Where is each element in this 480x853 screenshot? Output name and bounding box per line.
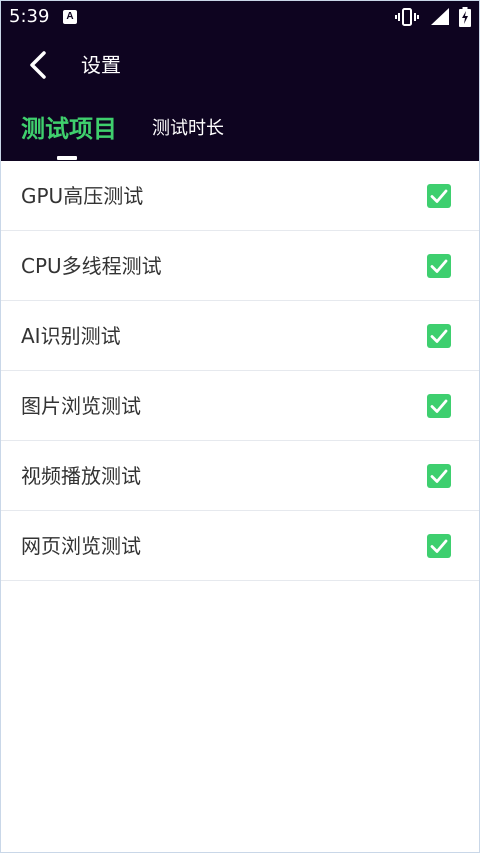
- notification-badge: A: [63, 10, 77, 24]
- check-icon: [430, 329, 448, 343]
- back-button[interactable]: [15, 45, 59, 85]
- checkbox-web-browsing[interactable]: [427, 534, 451, 558]
- check-icon: [430, 189, 448, 203]
- checkbox-video-playback[interactable]: [427, 464, 451, 488]
- page-title: 设置: [81, 53, 121, 77]
- check-icon: [430, 539, 448, 553]
- list-item-label: 网页浏览测试: [21, 534, 141, 558]
- checkbox-ai-recognition[interactable]: [427, 324, 451, 348]
- app-bar: 设置: [1, 33, 479, 97]
- list-item-label: 视频播放测试: [21, 464, 141, 488]
- signal-icon: [431, 8, 449, 25]
- chevron-left-icon: [30, 51, 46, 79]
- list-item-ai-recognition[interactable]: AI识别测试: [1, 301, 479, 371]
- checkbox-gpu-stress[interactable]: [427, 184, 451, 208]
- list-item-video-playback[interactable]: 视频播放测试: [1, 441, 479, 511]
- list-item-image-browsing[interactable]: 图片浏览测试: [1, 371, 479, 441]
- checkbox-image-browsing[interactable]: [427, 394, 451, 418]
- settings-screen: 5:39 A 设置 测试项目 测试时长 GPU高压测试 CPU多线程测试 AI识…: [0, 0, 480, 853]
- list-item-label: GPU高压测试: [21, 184, 144, 208]
- tab-bar: 测试项目 测试时长: [1, 101, 479, 161]
- test-item-list: GPU高压测试 CPU多线程测试 AI识别测试 图片浏览测试 视频播放测试 网页…: [1, 161, 479, 581]
- check-icon: [430, 259, 448, 273]
- list-item-gpu-stress[interactable]: GPU高压测试: [1, 161, 479, 231]
- list-item-label: 图片浏览测试: [21, 394, 141, 418]
- tab-test-items[interactable]: 测试项目: [21, 101, 117, 161]
- battery-charging-icon: [459, 7, 471, 27]
- active-tab-indicator: [57, 156, 77, 160]
- status-time: 5:39: [9, 6, 50, 27]
- list-item-label: AI识别测试: [21, 324, 121, 348]
- status-bar: 5:39 A: [1, 1, 479, 33]
- list-item-web-browsing[interactable]: 网页浏览测试: [1, 511, 479, 581]
- check-icon: [430, 469, 448, 483]
- checkbox-cpu-multithread[interactable]: [427, 254, 451, 278]
- header: 5:39 A 设置 测试项目 测试时长: [1, 1, 479, 161]
- check-icon: [430, 399, 448, 413]
- tab-test-duration[interactable]: 测试时长: [152, 101, 224, 161]
- list-item-label: CPU多线程测试: [21, 254, 162, 278]
- vibrate-icon: [395, 8, 419, 26]
- list-item-cpu-multithread[interactable]: CPU多线程测试: [1, 231, 479, 301]
